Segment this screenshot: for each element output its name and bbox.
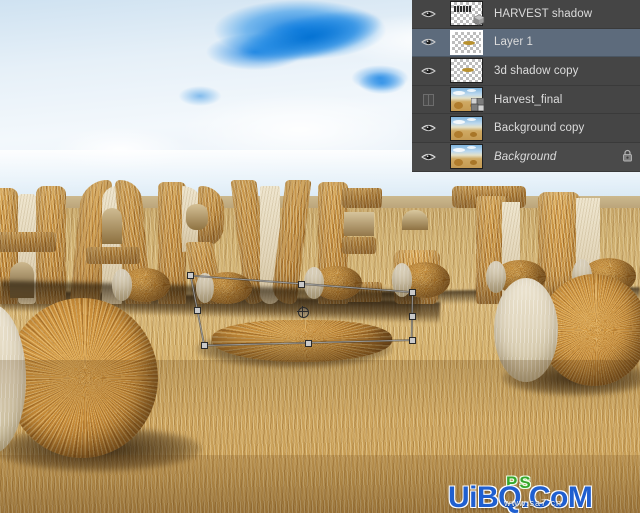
- eye-icon: [420, 152, 436, 162]
- layer-name[interactable]: Background copy: [488, 122, 614, 134]
- thumbnail-bale: [453, 159, 463, 167]
- thumbnail-shape-content: [462, 40, 475, 45]
- layer-lock-cell: [614, 149, 640, 165]
- layer-row[interactable]: Harvest_final: [412, 85, 640, 115]
- layer-thumbnail-cell[interactable]: [444, 57, 488, 85]
- lock-icon: [622, 149, 633, 165]
- layer-name[interactable]: Layer 1: [488, 36, 614, 48]
- smart-object-badge-icon: [470, 97, 485, 112]
- eye-icon: [420, 123, 436, 133]
- screenshot-root: HARVEST shadow Layer 1 3d shadow copy Ha…: [0, 0, 640, 513]
- layer-name[interactable]: Harvest_final: [488, 94, 614, 106]
- layer-row[interactable]: 3d shadow copy: [412, 57, 640, 86]
- thumbnail-photo-content: [450, 145, 482, 169]
- layer-visibility-toggle[interactable]: [412, 86, 444, 114]
- layer-visibility-toggle[interactable]: [412, 57, 444, 85]
- layer-thumbnail-cell[interactable]: [444, 114, 488, 142]
- thumbnail-text-content: [453, 6, 471, 13]
- bale-distant-3: [304, 266, 362, 300]
- layer-name[interactable]: 3d shadow copy: [488, 65, 614, 77]
- layer-thumbnail-cell[interactable]: [444, 86, 488, 114]
- layer-row[interactable]: Background copy: [412, 114, 640, 143]
- layer-visibility-toggle[interactable]: [412, 0, 444, 28]
- watermark-sub-text: www.sa7.cn: [504, 498, 563, 508]
- thumbnail-bale: [469, 160, 477, 166]
- thumbnail-bale: [453, 130, 463, 138]
- layer-thumbnail[interactable]: [449, 58, 483, 84]
- layer-visibility-toggle[interactable]: [412, 29, 444, 57]
- eye-icon: [420, 66, 436, 76]
- layer-thumbnail-cell[interactable]: [444, 143, 488, 171]
- layer-thumbnail-cell[interactable]: [444, 0, 488, 28]
- 3d-badge-icon: [473, 14, 485, 26]
- eye-hidden-icon: [422, 93, 434, 106]
- layer-thumbnail[interactable]: [449, 115, 483, 141]
- eye-icon: [420, 37, 436, 47]
- layer-row[interactable]: Background: [412, 142, 640, 172]
- thumbnail-photo-content: [450, 116, 482, 140]
- layer-name[interactable]: Background: [488, 151, 614, 163]
- bale-distant-2: [196, 272, 252, 304]
- bale-distant-4: [392, 262, 450, 298]
- thumbnail-bale: [453, 102, 463, 110]
- field-shadow-band-upper: [0, 360, 640, 420]
- layer-thumbnail[interactable]: [449, 29, 483, 55]
- eye-icon: [420, 9, 436, 19]
- layers-panel[interactable]: HARVEST shadow Layer 1 3d shadow copy Ha…: [412, 0, 640, 172]
- layer-name[interactable]: HARVEST shadow: [488, 8, 614, 20]
- layer-thumbnail-cell[interactable]: [444, 29, 488, 57]
- layer-visibility-toggle[interactable]: [412, 143, 444, 171]
- watermark-main-text: UiBQ.CoM: [448, 481, 593, 513]
- thumbnail-bale: [469, 131, 477, 137]
- layer-thumbnail[interactable]: [449, 144, 483, 170]
- layer-row-selected[interactable]: Layer 1: [412, 28, 640, 58]
- site-watermark: PS UiBQ.CoM www.sa7.cn: [448, 473, 640, 513]
- layer-row[interactable]: HARVEST shadow: [412, 0, 640, 29]
- layer-visibility-toggle[interactable]: [412, 114, 444, 142]
- thumbnail-shape-content: [461, 68, 474, 73]
